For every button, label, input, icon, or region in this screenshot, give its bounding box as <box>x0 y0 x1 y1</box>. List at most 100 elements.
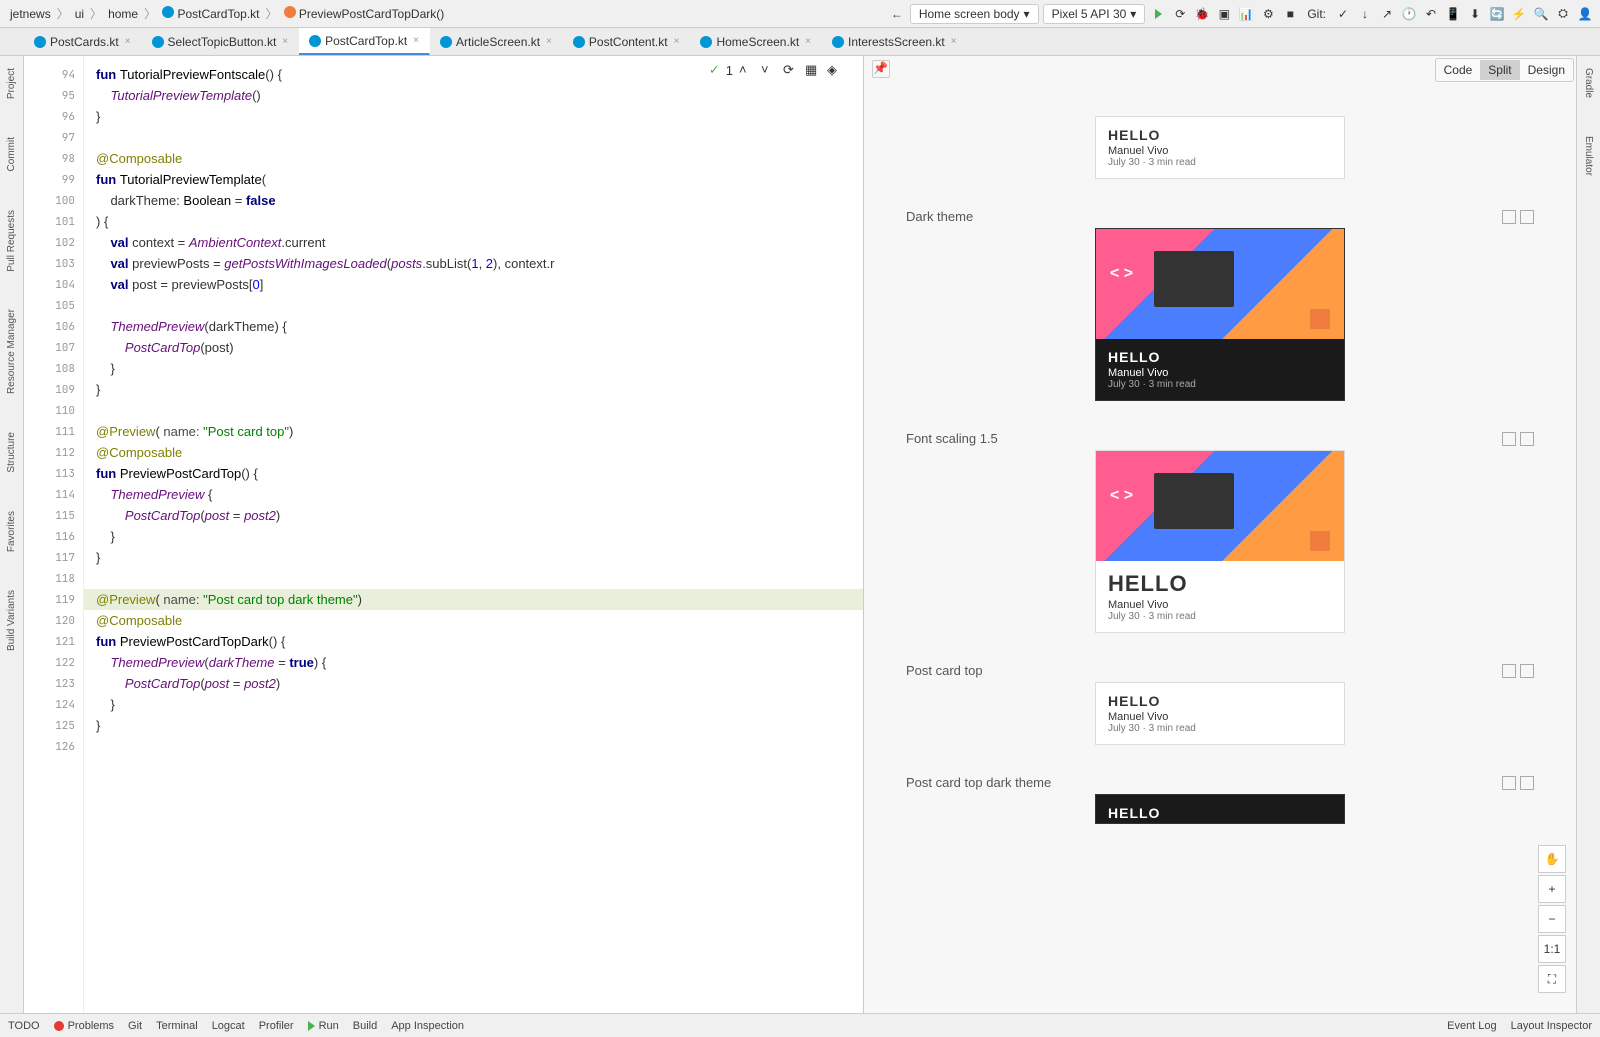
code-line[interactable]: PostCardTop(post = post2) <box>84 673 863 694</box>
bottom-tool-button[interactable]: App Inspection <box>391 1020 464 1032</box>
preview-card[interactable]: HELLO <box>1095 794 1345 824</box>
tool-window-button[interactable]: Build Variants <box>4 586 19 655</box>
code-line[interactable]: } <box>84 547 863 568</box>
line-number[interactable]: 95 <box>24 85 83 106</box>
sdk-icon[interactable]: ⬇ <box>1466 5 1484 23</box>
code-line[interactable] <box>84 568 863 589</box>
line-number[interactable]: 105 <box>24 295 83 316</box>
code-line[interactable]: val context = AmbientContext.current <box>84 232 863 253</box>
apply-changes-icon[interactable]: ⟳ <box>1171 5 1189 23</box>
breadcrumb-item[interactable]: jetnews <box>6 6 55 22</box>
preview-card[interactable]: HELLOManuel VivoJuly 30 · 3 min read <box>1095 450 1345 633</box>
zoom-button[interactable]: ✋ <box>1538 845 1566 873</box>
preview-card[interactable]: HELLOManuel VivoJuly 30 · 3 min read <box>1095 682 1345 745</box>
code-line[interactable]: } <box>84 715 863 736</box>
bottom-tool-button[interactable]: TODO <box>8 1020 40 1032</box>
layers-icon[interactable]: ◈ <box>827 62 843 78</box>
prev-highlight-icon[interactable]: ˄ <box>739 62 755 78</box>
code-line[interactable] <box>84 295 863 316</box>
settings-icon[interactable]: ⛭ <box>1554 5 1572 23</box>
code-line[interactable] <box>84 127 863 148</box>
preview-card[interactable]: HELLOManuel VivoJuly 30 · 3 min read <box>1095 116 1345 179</box>
close-icon[interactable]: × <box>125 36 131 47</box>
code-line[interactable]: } <box>84 526 863 547</box>
code-line[interactable]: TutorialPreviewTemplate() <box>84 85 863 106</box>
preview-deploy-icon[interactable] <box>1502 432 1516 446</box>
refresh-icon[interactable]: ⟳ <box>783 62 799 78</box>
code-line[interactable]: fun TutorialPreviewTemplate( <box>84 169 863 190</box>
attach-debugger-icon[interactable]: ⚙ <box>1259 5 1277 23</box>
file-tab[interactable]: PostCardTop.kt× <box>299 28 430 55</box>
git-update-icon[interactable]: ↓ <box>1356 5 1374 23</box>
line-number[interactable]: 119 <box>24 589 83 610</box>
breadcrumb-item[interactable]: home <box>104 6 142 22</box>
avd-icon[interactable]: 📱 <box>1444 5 1462 23</box>
line-number[interactable]: 97 <box>24 127 83 148</box>
line-number[interactable]: 102 <box>24 232 83 253</box>
tool-window-button[interactable]: Emulator <box>1581 132 1596 180</box>
close-icon[interactable]: × <box>413 35 419 46</box>
search-icon[interactable]: 🔍 <box>1532 5 1550 23</box>
line-number[interactable]: 121 <box>24 631 83 652</box>
line-number[interactable]: 94 <box>24 64 83 85</box>
code-line[interactable]: } <box>84 694 863 715</box>
code-line[interactable]: fun PreviewPostCardTop() { <box>84 463 863 484</box>
preview-deploy-icon[interactable] <box>1502 664 1516 678</box>
line-number[interactable]: 114 <box>24 484 83 505</box>
file-tab[interactable]: PostContent.kt× <box>563 28 691 55</box>
line-number[interactable]: 118 <box>24 568 83 589</box>
tool-window-button[interactable]: Gradle <box>1581 64 1596 102</box>
project-structure-icon[interactable]: ⚡ <box>1510 5 1528 23</box>
zoom-button[interactable]: 1:1 <box>1538 935 1566 963</box>
preview-deploy-icon[interactable] <box>1520 776 1534 790</box>
line-number[interactable]: 100 <box>24 190 83 211</box>
zoom-button[interactable]: ⛶ <box>1538 965 1566 993</box>
line-number[interactable]: 99 <box>24 169 83 190</box>
code-line[interactable] <box>84 400 863 421</box>
preview-list[interactable]: HELLOManuel VivoJuly 30 · 3 min readDark… <box>864 96 1576 844</box>
run-icon[interactable] <box>1149 5 1167 23</box>
code-line[interactable]: @Preview( name: "Post card top") <box>84 421 863 442</box>
code-line[interactable]: fun PreviewPostCardTopDark() { <box>84 631 863 652</box>
bottom-tool-button[interactable]: Event Log <box>1447 1020 1497 1032</box>
avatar-icon[interactable]: 👤 <box>1576 5 1594 23</box>
line-number[interactable]: 98 <box>24 148 83 169</box>
line-number[interactable]: 104 <box>24 274 83 295</box>
code-line[interactable]: ThemedPreview { <box>84 484 863 505</box>
line-number[interactable]: 110 <box>24 400 83 421</box>
preview-deploy-icon[interactable] <box>1502 210 1516 224</box>
line-number[interactable]: 96 <box>24 106 83 127</box>
debug-icon[interactable]: 🐞 <box>1193 5 1211 23</box>
line-number[interactable]: 117 <box>24 547 83 568</box>
bottom-tool-button[interactable]: Git <box>128 1020 142 1032</box>
line-number[interactable]: 107 <box>24 337 83 358</box>
preview-deploy-icon[interactable] <box>1520 210 1534 224</box>
preview-deploy-icon[interactable] <box>1502 776 1516 790</box>
pin-icon[interactable]: 📌 <box>872 60 890 78</box>
code-line[interactable]: } <box>84 106 863 127</box>
interactive-icon[interactable]: ▦ <box>805 62 821 78</box>
stop-icon[interactable]: ■ <box>1281 5 1299 23</box>
bottom-tool-button[interactable]: Terminal <box>156 1020 198 1032</box>
file-tab[interactable]: SelectTopicButton.kt× <box>142 28 300 55</box>
line-number[interactable]: 125 <box>24 715 83 736</box>
back-icon[interactable]: ← <box>888 5 906 23</box>
code-line[interactable]: ) { <box>84 211 863 232</box>
code-line[interactable]: @Preview( name: "Post card top dark them… <box>84 589 863 610</box>
close-icon[interactable]: × <box>282 36 288 47</box>
close-icon[interactable]: × <box>674 36 680 47</box>
code-line[interactable]: val post = previewPosts[0] <box>84 274 863 295</box>
line-number[interactable]: 115 <box>24 505 83 526</box>
line-number[interactable]: 108 <box>24 358 83 379</box>
tool-window-button[interactable]: Pull Requests <box>4 206 19 276</box>
code-line[interactable]: } <box>84 379 863 400</box>
bottom-tool-button[interactable]: Run <box>308 1020 339 1032</box>
code-area[interactable]: ✓ 1 ˄ ˅ ⟳ ▦ ◈ fun TutorialPreviewFontsca… <box>84 56 863 1013</box>
preview-deploy-icon[interactable] <box>1520 664 1534 678</box>
close-icon[interactable]: × <box>546 36 552 47</box>
breadcrumb-item[interactable]: ui <box>71 6 88 22</box>
coverage-icon[interactable]: ▣ <box>1215 5 1233 23</box>
line-number[interactable]: 113 <box>24 463 83 484</box>
line-number[interactable]: 116 <box>24 526 83 547</box>
line-number[interactable]: 103 <box>24 253 83 274</box>
